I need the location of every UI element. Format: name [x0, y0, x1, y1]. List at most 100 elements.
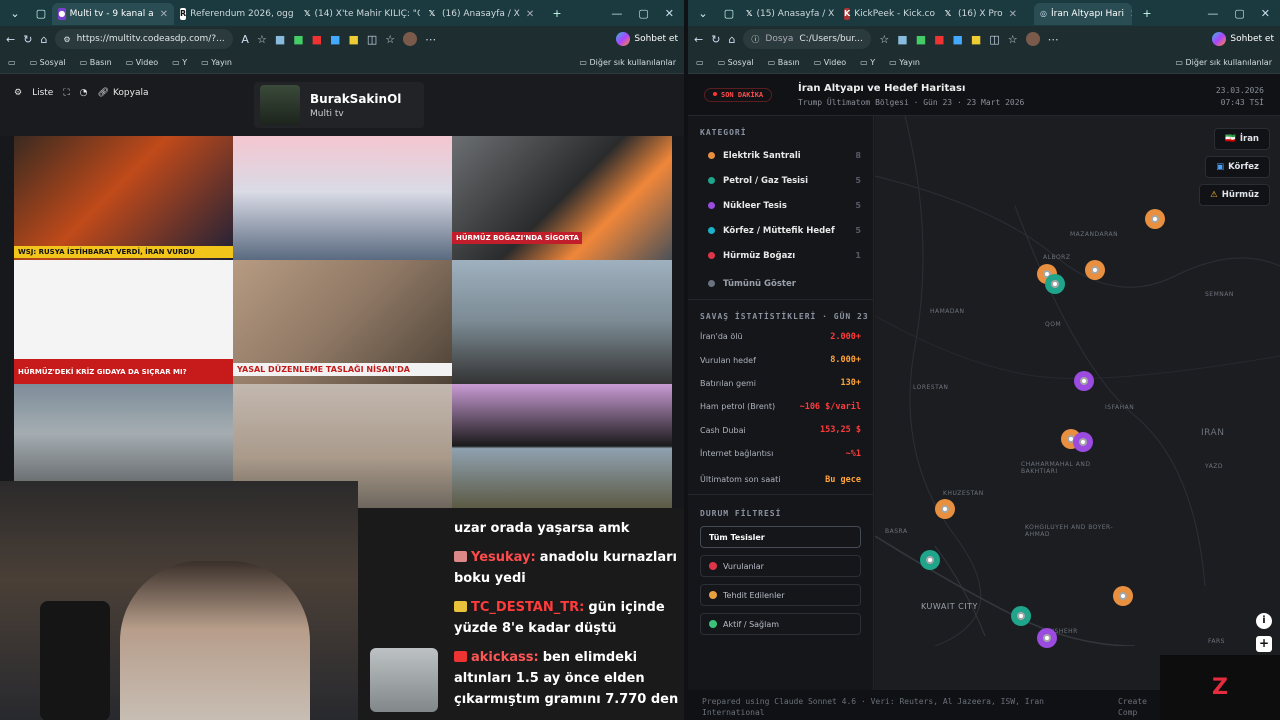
site-info-icon[interactable]: ⚙	[63, 35, 70, 44]
bookmark-folder[interactable]: ▭ Y	[172, 58, 187, 67]
chat-username[interactable]: Yesukay:	[471, 547, 536, 568]
profile-avatar[interactable]	[403, 32, 418, 46]
video-tile[interactable]	[452, 260, 672, 384]
zoom-in-icon[interactable]: +	[1256, 636, 1272, 652]
map-marker-oil-gas[interactable]	[1045, 274, 1065, 294]
close-icon[interactable]: ✕	[1009, 9, 1017, 20]
maximize-icon[interactable]: ▢	[638, 7, 648, 20]
more-icon[interactable]: ⋯	[1048, 33, 1059, 46]
url-field[interactable]: ⓘ Dosya C:/Users/bur...	[743, 29, 872, 49]
tab-x-mahir[interactable]: 𝕏(14) X'te Mahir KILIÇ: "G✕	[298, 3, 420, 25]
read-aloud-icon[interactable]: A	[241, 33, 249, 46]
video-tile[interactable]: WSJ: RUSYA İSTİHBARAT VERDİ, İRAN VURDU	[14, 136, 233, 260]
bookmark-folder[interactable]: ▭ Basın	[768, 58, 800, 67]
tab-actions-icon[interactable]: ⌄	[692, 2, 714, 24]
map-marker-electric[interactable]	[935, 499, 955, 519]
list-button[interactable]: Liste	[32, 88, 53, 98]
video-tile[interactable]: HÜRMÜZ BOĞAZI'NDA SİGORTA KRİZİ	[452, 136, 672, 260]
bookmark-bar-icon[interactable]: ▭	[696, 58, 704, 67]
extension-icon[interactable]: ■	[953, 33, 963, 46]
video-tile[interactable]: HÜRMÜZ'DEKİ KRİZ GIDAYA DA SIÇRAR MI?	[14, 260, 233, 384]
bookmark-folder[interactable]: ▭ Yayın	[201, 58, 232, 67]
extension-icon[interactable]: ■	[348, 33, 358, 46]
close-icon[interactable]: ✕	[1130, 9, 1132, 20]
workspaces-icon[interactable]: ▢	[718, 2, 740, 24]
collections-icon[interactable]: ☆	[385, 33, 395, 46]
home-icon[interactable]: ⌂	[40, 33, 47, 46]
profile-avatar[interactable]	[1025, 32, 1040, 46]
chat-username[interactable]: TC_DESTAN_TR:	[471, 597, 584, 618]
extension-icon[interactable]: ■	[971, 33, 981, 46]
extension-icon[interactable]: ■	[934, 33, 944, 46]
close-window-icon[interactable]: ✕	[1261, 7, 1270, 20]
map-marker-oil-gas[interactable]	[1011, 606, 1031, 626]
other-bookmarks[interactable]: ▭ Diğer sık kullanılanlar	[579, 58, 676, 67]
bookmark-folder[interactable]: ▭ Basın	[80, 58, 112, 67]
tab-referendum[interactable]: RReferendum 2026, ogg✕	[174, 3, 298, 25]
map-marker-nuclear[interactable]	[1037, 628, 1057, 648]
tab-x-home[interactable]: 𝕏 (16) Anasayfa / X ✕	[420, 3, 542, 25]
maximize-icon[interactable]: ▢	[1234, 7, 1244, 20]
bookmark-folder[interactable]: ▭ Sosyal	[718, 58, 754, 67]
category-electric[interactable]: Elektrik Santrali 8	[688, 143, 873, 168]
extension-icon[interactable]: ■	[275, 33, 285, 46]
copilot-button[interactable]: Sohbet et	[1212, 32, 1274, 46]
map-marker-electric[interactable]	[1085, 260, 1105, 280]
category-show-all[interactable]: Tümünü Göster	[688, 268, 873, 300]
settings-icon[interactable]: ⚙	[14, 88, 22, 98]
map-button-hormuz[interactable]: ⚠ Hürmüz	[1199, 184, 1270, 206]
video-tile[interactable]: YASAL DÜZENLEME TASLAĞI NİSAN'DA	[233, 260, 452, 384]
copilot-button[interactable]: Sohbet et	[616, 32, 678, 46]
filter-hit[interactable]: Vurulanlar	[700, 555, 861, 578]
reload-icon[interactable]: ↻	[23, 33, 32, 46]
split-screen-icon[interactable]: ◫	[367, 33, 377, 46]
map-marker-nuclear[interactable]	[1073, 432, 1093, 452]
map-marker-oil-gas[interactable]	[920, 550, 940, 570]
filter-threatened[interactable]: Tehdit Edilenler	[700, 584, 861, 607]
iran-map[interactable]: MAZANDARAN SEMNAN ALBORZ QOM HAMADAN LOR…	[875, 116, 1280, 696]
url-field[interactable]: ⚙ https://multitv.codeasdp.com/?...	[55, 29, 234, 49]
category-nuclear[interactable]: Nükleer Tesis 5	[688, 193, 873, 218]
bookmark-folder[interactable]: ▭ Y	[860, 58, 875, 67]
bookmark-bar-icon[interactable]: ▭	[8, 58, 16, 67]
more-icon[interactable]: ⋯	[425, 33, 436, 46]
extension-icon[interactable]: ■	[330, 33, 340, 46]
map-marker-electric[interactable]	[1113, 586, 1133, 606]
reload-icon[interactable]: ↻	[711, 33, 720, 46]
tab-multitv[interactable]: ● Multi tv - 9 kanal a ✕	[52, 3, 174, 25]
collections-icon[interactable]: ☆	[1008, 33, 1018, 46]
timer-icon[interactable]: ◔	[80, 88, 88, 98]
tab-iran-map[interactable]: ◎İran Altyapı Hari✕	[1034, 3, 1132, 25]
tab-actions-icon[interactable]: ⌄	[4, 2, 26, 24]
tab-x-home[interactable]: 𝕏(15) Anasayfa / X✕	[740, 3, 838, 25]
new-tab-icon[interactable]: +	[1136, 2, 1158, 24]
back-icon[interactable]: ←	[6, 33, 15, 46]
other-bookmarks[interactable]: ▭ Diğer sık kullanılanlar	[1175, 58, 1272, 67]
close-icon[interactable]: ✕	[160, 9, 168, 20]
chat-username[interactable]: akickass:	[471, 647, 539, 668]
extension-icon[interactable]: ■	[916, 33, 926, 46]
back-icon[interactable]: ←	[694, 33, 703, 46]
filter-active[interactable]: Aktif / Sağlam	[700, 613, 861, 636]
info-icon[interactable]: i	[1256, 613, 1272, 629]
minimize-icon[interactable]: —	[611, 7, 622, 20]
category-hormuz[interactable]: Hürmüz Boğazı 1	[688, 243, 873, 268]
file-info-icon[interactable]: ⓘ	[751, 34, 759, 45]
tab-x-pro[interactable]: 𝕏 (16) X Pro ✕	[936, 3, 1034, 25]
map-marker-electric[interactable]	[1145, 209, 1165, 229]
extension-icon[interactable]: ■	[293, 33, 303, 46]
fullscreen-icon[interactable]: ⛶	[63, 88, 69, 98]
copy-button[interactable]: 🔗︎ Kopyala	[98, 88, 149, 98]
video-tile[interactable]	[452, 384, 672, 508]
extension-icon[interactable]: ■	[312, 33, 322, 46]
close-icon[interactable]: ✕	[526, 9, 534, 20]
map-button-iran[interactable]: 🇮🇷︎ İran	[1214, 128, 1270, 150]
bookmark-folder[interactable]: ▭ Video	[814, 58, 847, 67]
favorite-star-icon[interactable]: ☆	[257, 33, 267, 46]
map-button-gulf[interactable]: ▣ Körfez	[1205, 156, 1270, 178]
minimize-icon[interactable]: —	[1207, 7, 1218, 20]
map-marker-nuclear[interactable]	[1074, 371, 1094, 391]
close-window-icon[interactable]: ✕	[665, 7, 674, 20]
video-tile[interactable]	[233, 136, 452, 260]
bookmark-folder[interactable]: ▭ Yayın	[889, 58, 920, 67]
